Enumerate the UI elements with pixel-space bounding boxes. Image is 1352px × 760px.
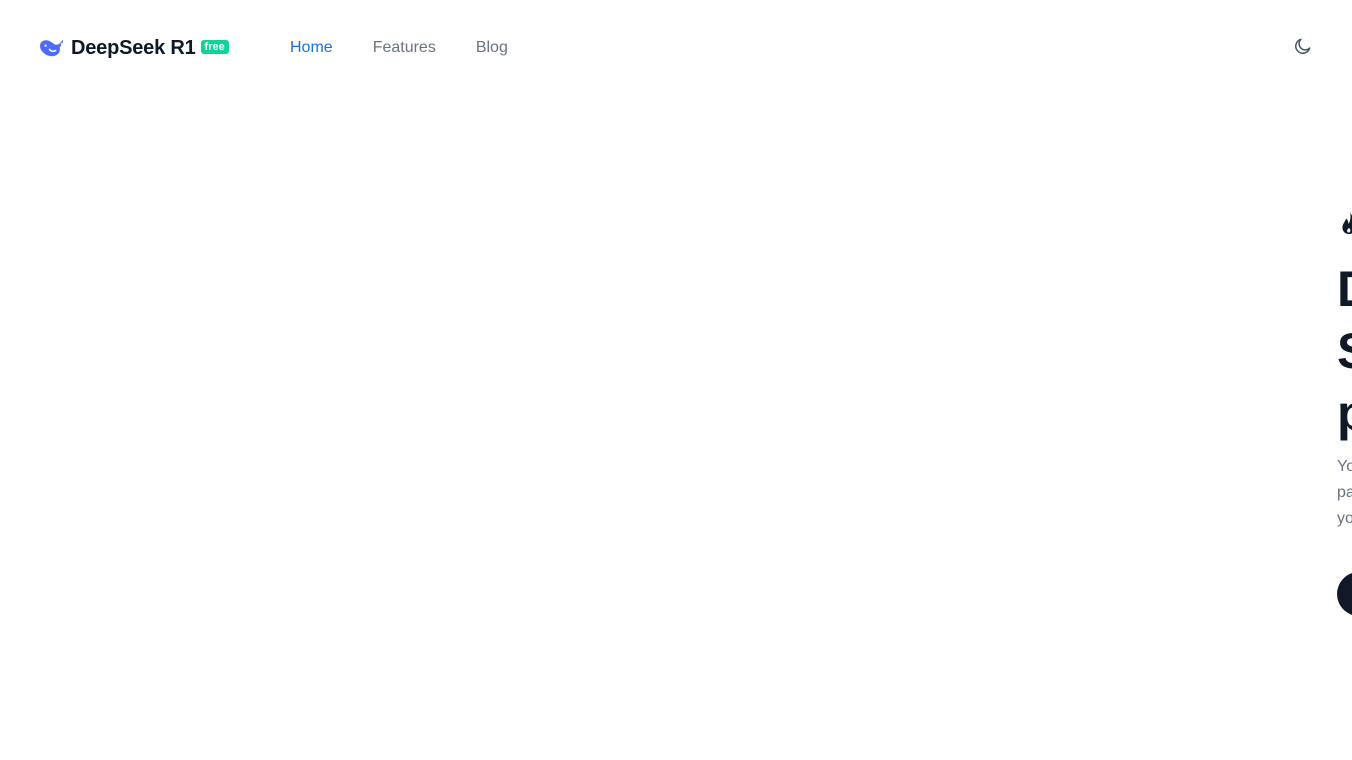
- fire-icon: [1339, 210, 1352, 241]
- nav-blog[interactable]: Blog: [476, 37, 508, 59]
- brand-name: DeepSeek R1: [71, 36, 196, 59]
- main-nav: Home Features Blog: [290, 37, 548, 59]
- free-badge: free: [200, 40, 229, 54]
- nav-home[interactable]: Home: [290, 37, 333, 59]
- page: DeepSeek R1 free Home Features Blog Yo p…: [0, 0, 1352, 760]
- hero-description-line: pa: [1337, 484, 1352, 501]
- hero-title-line: D: [1337, 258, 1352, 320]
- hero-title-line: p: [1337, 382, 1352, 444]
- hero-cta-button[interactable]: [1337, 572, 1352, 616]
- hero-eyebrow: [1339, 210, 1352, 241]
- brand-link[interactable]: DeepSeek R1 free: [38, 34, 229, 62]
- nav-features[interactable]: Features: [373, 37, 436, 59]
- hero-title: D S p: [1337, 258, 1352, 444]
- moon-icon: [1293, 36, 1313, 61]
- hero-description-line: yo: [1337, 510, 1352, 527]
- whale-icon: [38, 37, 64, 59]
- hero-title-line: S: [1337, 320, 1352, 382]
- theme-toggle-button[interactable]: [1291, 36, 1315, 60]
- hero-description: Yo pa yo: [1337, 454, 1352, 532]
- hero-description-line: Yo: [1337, 458, 1352, 475]
- site-header: DeepSeek R1 free Home Features Blog: [0, 0, 1352, 96]
